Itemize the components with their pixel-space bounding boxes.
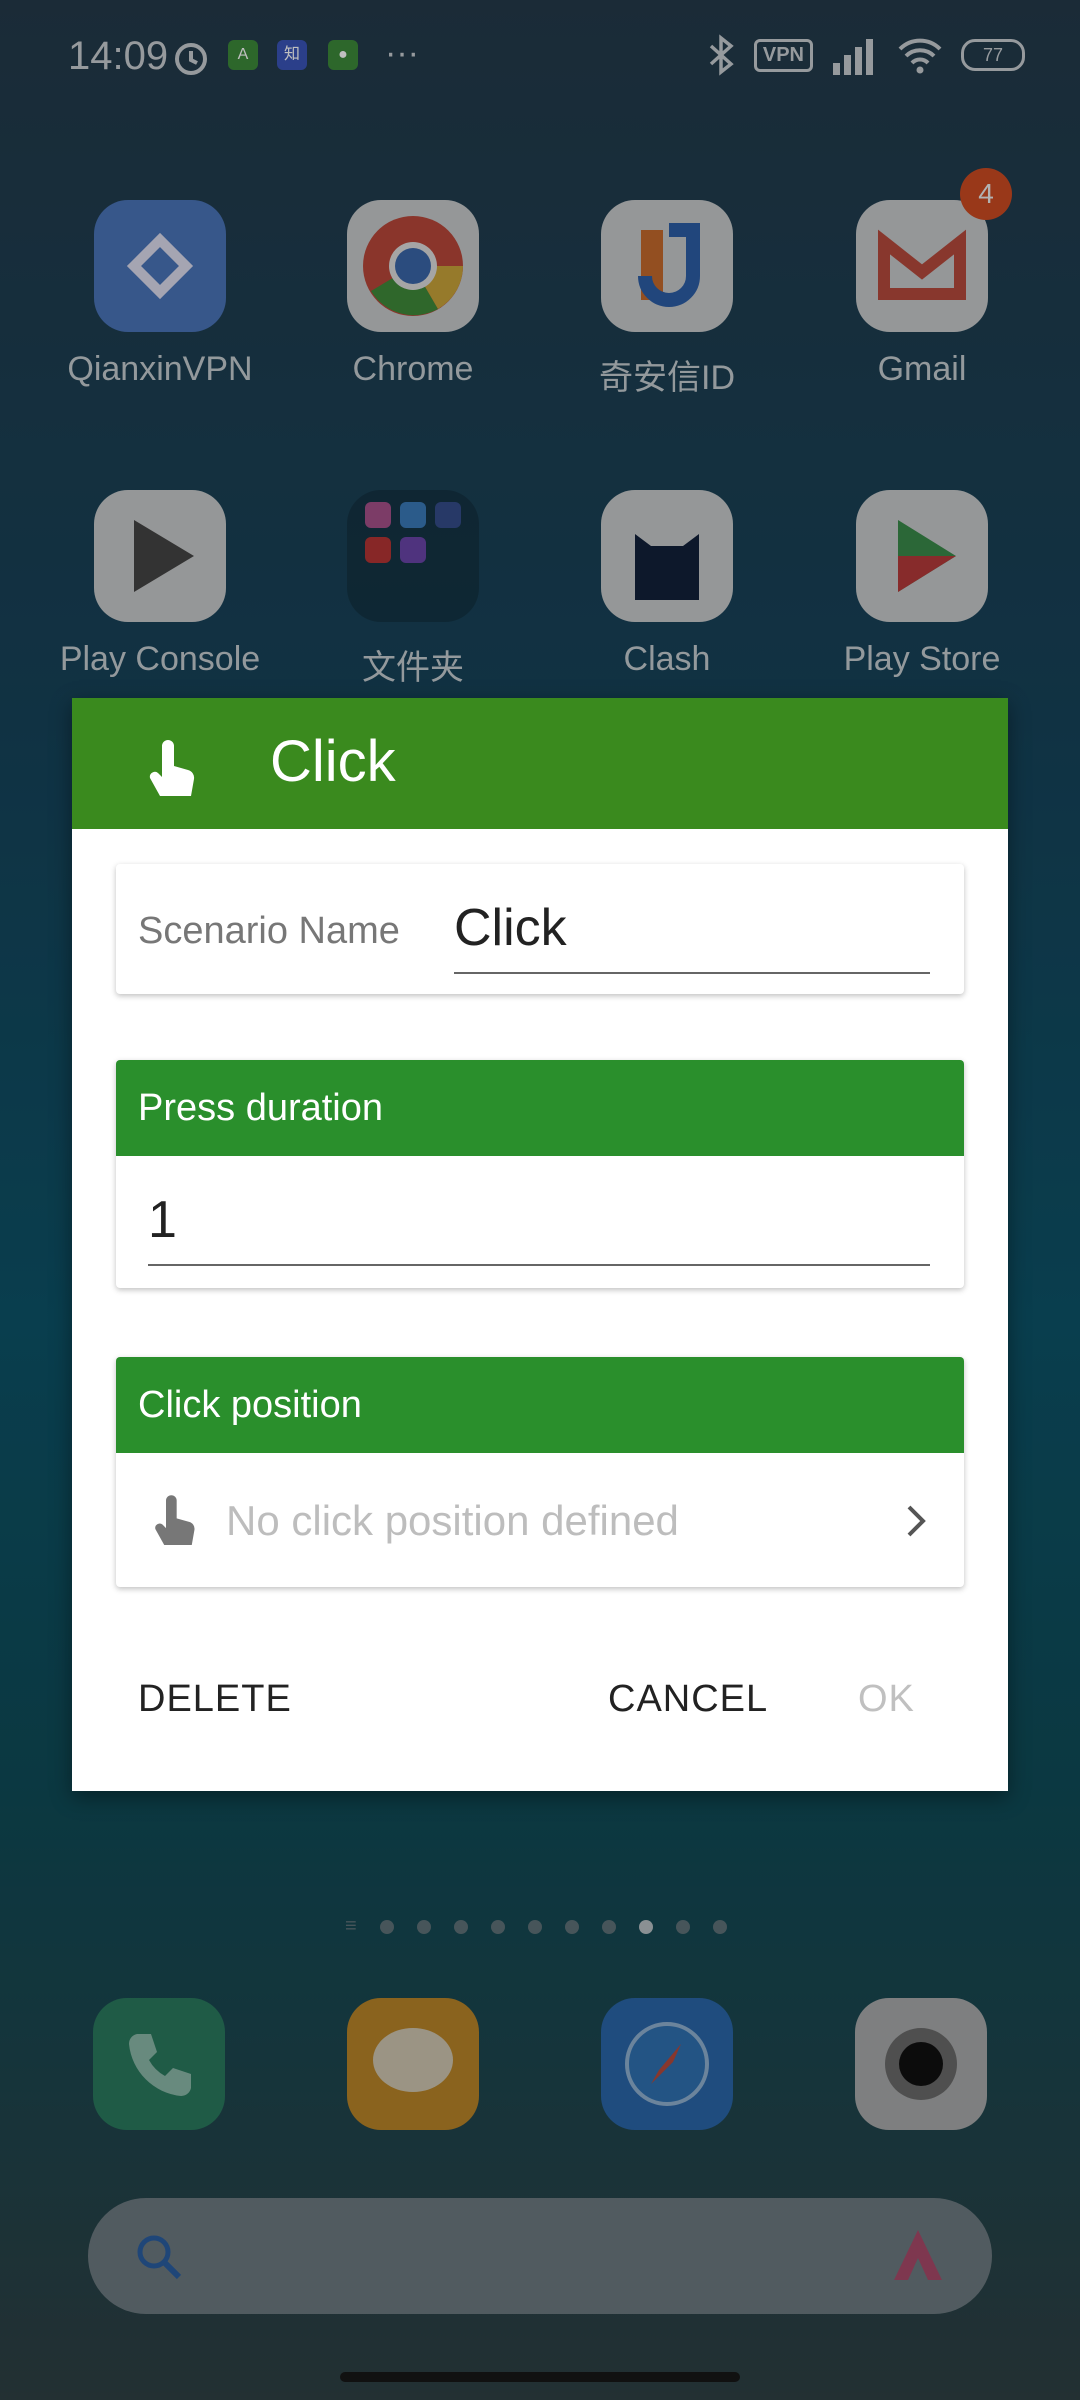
press-duration-input[interactable]: 1 xyxy=(148,1190,177,1250)
cancel-button[interactable]: CANCEL xyxy=(608,1678,768,1721)
input-underline xyxy=(454,972,930,974)
chevron-right-icon xyxy=(907,1505,926,1537)
click-position-selector[interactable]: No click position defined xyxy=(116,1453,964,1587)
home-indicator[interactable] xyxy=(340,2372,740,2382)
click-action-dialog: Click Scenario Name Click Press duration… xyxy=(72,698,1008,1791)
click-position-card: Click position No click position defined xyxy=(116,1357,964,1587)
scenario-name-card: Scenario Name Click xyxy=(116,864,964,994)
ok-button[interactable]: OK xyxy=(858,1678,915,1721)
delete-button[interactable]: DELETE xyxy=(138,1678,292,1721)
dialog-header: Click xyxy=(72,698,1008,829)
scenario-name-label: Scenario Name xyxy=(138,910,400,952)
press-duration-card: Press duration 1 xyxy=(116,1060,964,1288)
press-duration-header: Press duration xyxy=(116,1060,964,1156)
input-underline xyxy=(148,1264,930,1266)
touch-hand-icon xyxy=(149,740,195,796)
scenario-name-input[interactable]: Click xyxy=(454,898,567,958)
dialog-title: Click xyxy=(270,729,396,794)
click-position-placeholder: No click position defined xyxy=(226,1497,679,1544)
touch-hand-icon xyxy=(155,1495,195,1545)
click-position-header: Click position xyxy=(116,1357,964,1453)
